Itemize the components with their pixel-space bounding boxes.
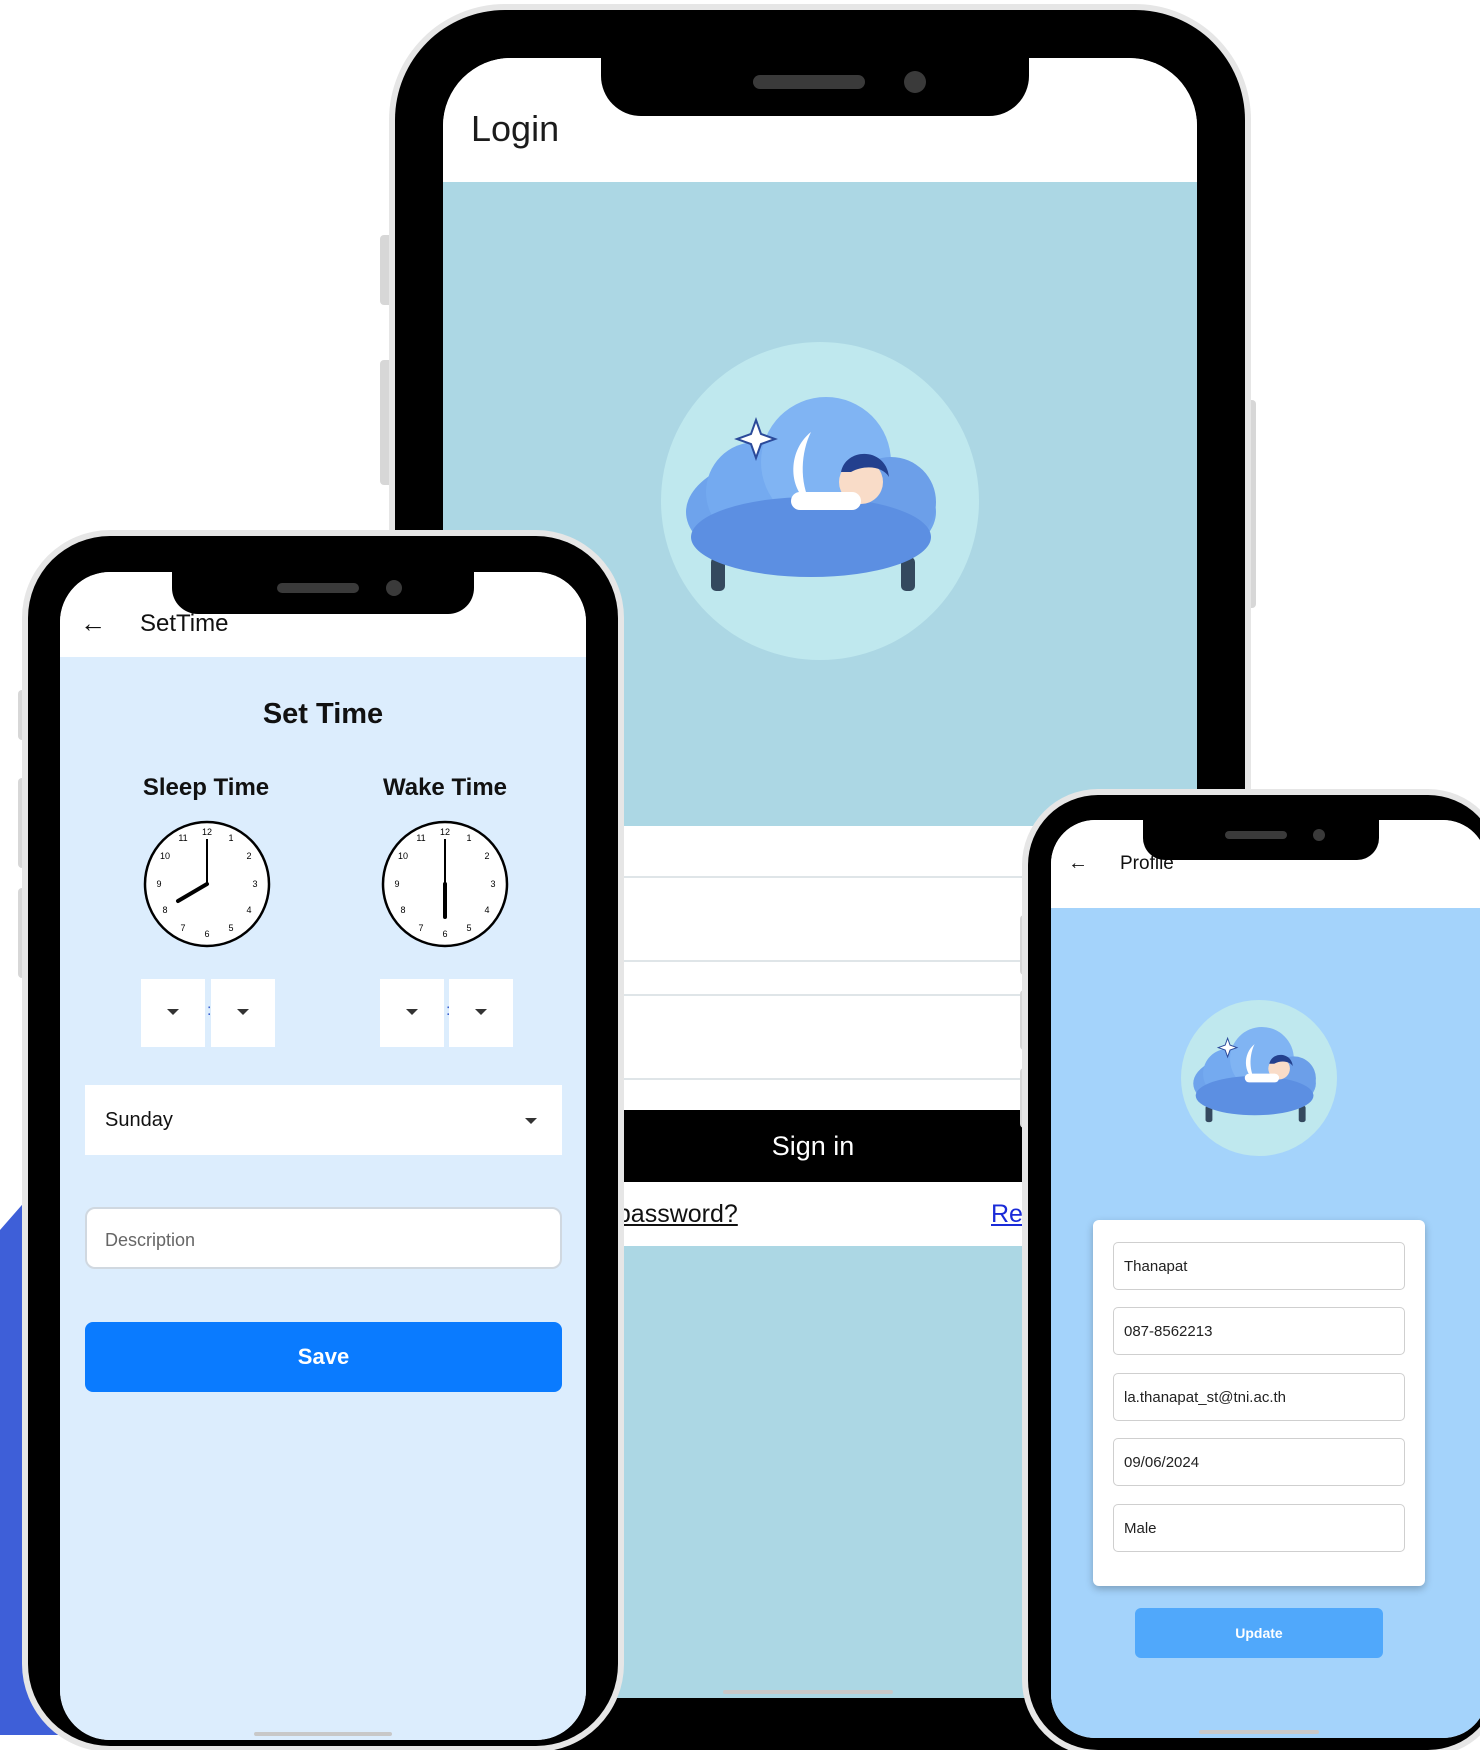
wake-clock: 12 1 2 3 4 5 6 7 8 9 10 11 — [381, 820, 509, 948]
phone-notch — [172, 572, 474, 614]
clock-number: 2 — [246, 851, 251, 861]
clock-number: 4 — [484, 905, 489, 915]
password-field[interactable] — [603, 994, 1023, 1080]
clock-number: 1 — [466, 833, 471, 843]
speaker-grille — [1225, 831, 1287, 839]
speaker-grille — [277, 583, 359, 593]
day-select-value: Sunday — [105, 1109, 173, 1131]
chevron-down-icon — [237, 1009, 249, 1015]
clock-number: 5 — [228, 923, 233, 933]
clock-number: 3 — [252, 879, 257, 889]
sleeping-cloud-icon — [686, 397, 936, 591]
page-heading: Set Time — [262, 698, 384, 730]
username-field[interactable] — [603, 876, 1023, 962]
sleep-clock: 12 1 2 3 4 5 6 7 8 9 10 11 — [143, 820, 271, 948]
clock-number: 7 — [180, 923, 185, 933]
clock-number: 9 — [156, 879, 161, 889]
clock-number: 5 — [466, 923, 471, 933]
phone-field[interactable]: 087-8562213 — [1113, 1307, 1405, 1355]
forgot-password-link[interactable]: t password? — [603, 1200, 738, 1229]
chevron-down-icon — [167, 1009, 179, 1015]
speaker-grille — [753, 75, 865, 89]
save-button[interactable]: Save — [85, 1322, 562, 1392]
sleeping-cloud-icon — [1193, 1026, 1316, 1123]
wake-hour-dropdown[interactable] — [380, 979, 444, 1047]
gender-field[interactable]: Male — [1113, 1504, 1405, 1552]
sleep-minute-dropdown[interactable] — [211, 979, 275, 1047]
sleep-hour-dropdown[interactable] — [141, 979, 205, 1047]
clock-number: 6 — [204, 929, 209, 939]
clock-number: 3 — [490, 879, 495, 889]
sleep-illustration — [661, 342, 979, 660]
email-field[interactable]: la.thanapat_st@tni.ac.th — [1113, 1373, 1405, 1421]
profile-illustration — [1181, 1000, 1337, 1156]
app-bar-title: SetTime — [140, 610, 229, 637]
clock-number: 11 — [416, 833, 425, 843]
front-camera — [1313, 829, 1325, 841]
profile-phone-frame: ← Profile Thanapat 087-8562213 la.thanap… — [1028, 795, 1480, 1750]
clock-number: 1 — [228, 833, 233, 843]
clock-number: 6 — [442, 929, 447, 939]
wake-minute-dropdown[interactable] — [449, 979, 513, 1047]
settime-phone-frame: ← SetTime Set Time Sleep Time Wake Time … — [28, 536, 618, 1746]
name-field[interactable]: Thanapat — [1113, 1242, 1405, 1290]
profile-screen: ← Profile Thanapat 087-8562213 la.thanap… — [1051, 820, 1480, 1738]
profile-form-card: Thanapat 087-8562213 la.thanapat_st@tni.… — [1093, 1220, 1425, 1586]
phone-notch — [601, 58, 1029, 116]
clock-number: 12 — [440, 827, 450, 837]
phone-side-button — [380, 360, 394, 485]
phone-side-button — [380, 235, 394, 305]
birthdate-field[interactable]: 09/06/2024 — [1113, 1438, 1405, 1486]
clock-number: 10 — [160, 851, 170, 861]
chevron-down-icon — [475, 1009, 487, 1015]
clock-number: 12 — [202, 827, 212, 837]
chevron-down-icon — [525, 1118, 537, 1124]
description-input[interactable]: Description — [85, 1207, 562, 1269]
back-arrow-icon[interactable]: ← — [1068, 852, 1088, 875]
back-arrow-icon[interactable]: ← — [80, 608, 106, 639]
day-select[interactable]: Sunday — [85, 1085, 562, 1155]
wake-time-label: Wake Time — [382, 774, 508, 801]
home-indicator — [254, 1732, 392, 1736]
register-link[interactable]: Re — [991, 1200, 1023, 1229]
settime-screen: ← SetTime Set Time Sleep Time Wake Time … — [60, 572, 586, 1740]
clock-number: 2 — [484, 851, 489, 861]
phone-notch — [1143, 820, 1379, 860]
update-button[interactable]: Update — [1135, 1608, 1383, 1658]
home-indicator — [1199, 1730, 1319, 1734]
clock-number: 8 — [162, 905, 167, 915]
page-title: Login — [471, 108, 560, 149]
clock-number: 11 — [178, 833, 187, 843]
description-placeholder: Description — [105, 1230, 196, 1250]
clock-number: 4 — [246, 905, 251, 915]
front-camera — [904, 71, 926, 93]
settime-body: Set Time Sleep Time Wake Time 12 1 2 3 4… — [60, 657, 586, 1740]
sign-in-button[interactable]: Sign in — [603, 1110, 1023, 1182]
profile-body: Thanapat 087-8562213 la.thanapat_st@tni.… — [1051, 908, 1480, 1738]
clock-number: 8 — [400, 905, 405, 915]
clock-number: 10 — [398, 851, 408, 861]
home-indicator — [723, 1690, 893, 1694]
clock-number: 7 — [418, 923, 423, 933]
sleep-time-label: Sleep Time — [142, 774, 270, 801]
chevron-down-icon — [406, 1009, 418, 1015]
clock-number: 9 — [394, 879, 399, 889]
front-camera — [386, 580, 402, 596]
